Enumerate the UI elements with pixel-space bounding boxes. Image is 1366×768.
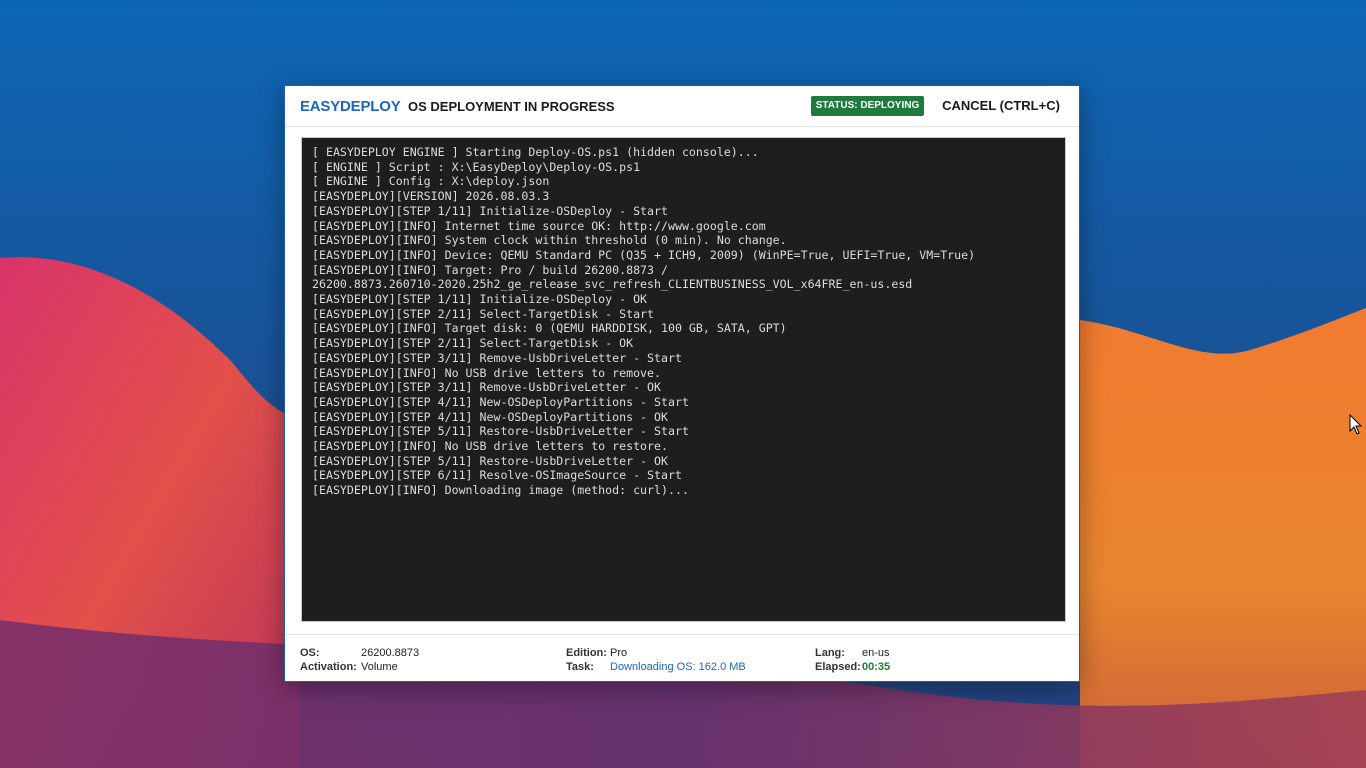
- console-line: [EASYDEPLOY][STEP 5/11] Restore-UsbDrive…: [312, 424, 689, 439]
- lang-value: en-us: [862, 647, 890, 659]
- console-line: [EASYDEPLOY][STEP 2/11] Select-TargetDis…: [312, 336, 634, 351]
- console-line: [EASYDEPLOY][INFO] Target: Pro / build 2…: [312, 262, 668, 277]
- console-line: [ ENGINE ] Script : X:\EasyDeploy\Deploy…: [312, 159, 641, 174]
- console-line: [EASYDEPLOY][INFO] Internet time source …: [312, 218, 766, 233]
- console-line: [EASYDEPLOY][STEP 4/11] New-OSDeployPart…: [312, 409, 668, 424]
- mouse-pointer-icon: [1349, 414, 1363, 435]
- console-line: [EASYDEPLOY][INFO] System clock within t…: [312, 233, 787, 248]
- task-label: Task:: [566, 661, 594, 673]
- console-line: 26200.8873.260710-2020.25h2_ge_release_s…: [312, 277, 913, 292]
- elapsed-value: 00:35: [862, 661, 891, 673]
- console-line: [EASYDEPLOY][INFO] Target disk: 0 (QEMU …: [312, 321, 787, 336]
- page-title: OS DEPLOYMENT IN PROGRESS: [408, 99, 615, 114]
- cancel-button[interactable]: CANCEL (CTRL+C): [937, 95, 1065, 117]
- lang-label: Lang:: [815, 647, 845, 659]
- console-line: [EASYDEPLOY][STEP 5/11] Restore-UsbDrive…: [312, 453, 668, 468]
- console-line: [EASYDEPLOY][STEP 1/11] Initialize-OSDep…: [312, 292, 648, 307]
- console-line: [EASYDEPLOY][INFO] No USB drive letters …: [312, 439, 668, 454]
- console-line: [EASYDEPLOY][STEP 4/11] New-OSDeployPart…: [312, 394, 689, 409]
- status-footer: OS: 26200.8873 Activation: Volume Editio…: [285, 634, 1079, 683]
- console-line: [ ENGINE ] Config : X:\deploy.json: [312, 174, 550, 189]
- os-value: 26200.8873: [361, 647, 420, 659]
- console-line: [EASYDEPLOY][STEP 3/11] Remove-UsbDriveL…: [312, 380, 662, 395]
- brand-logo: EASYDEPLOY: [300, 98, 401, 115]
- activation-label: Activation:: [300, 661, 357, 673]
- console-log-list: [ EASYDEPLOY ENGINE ] Starting Deploy-OS…: [302, 138, 1065, 498]
- elapsed-label: Elapsed:: [815, 661, 861, 673]
- edition-label: Edition:: [566, 647, 607, 659]
- window-header: EASYDEPLOY OS DEPLOYMENT IN PROGRESS STA…: [285, 86, 1079, 127]
- console-output[interactable]: [ EASYDEPLOY ENGINE ] Starting Deploy-OS…: [301, 137, 1066, 622]
- console-line: [EASYDEPLOY][VERSION] 2026.08.03.3: [312, 189, 550, 204]
- activation-value: Volume: [361, 661, 398, 673]
- console-line: [EASYDEPLOY][STEP 1/11] Initialize-OSDep…: [312, 203, 668, 218]
- console-line: [EASYDEPLOY][INFO] No USB drive letters …: [312, 365, 662, 380]
- console-line: [EASYDEPLOY][STEP 3/11] Remove-UsbDriveL…: [312, 350, 682, 365]
- console-line: [ EASYDEPLOY ENGINE ] Starting Deploy-OS…: [312, 145, 759, 159]
- console-line: [EASYDEPLOY][STEP 2/11] Select-TargetDis…: [312, 306, 655, 321]
- deployment-window: EASYDEPLOY OS DEPLOYMENT IN PROGRESS STA…: [284, 85, 1080, 682]
- console-line: [EASYDEPLOY][INFO] Device: QEMU Standard…: [312, 247, 976, 262]
- os-label: OS:: [300, 647, 320, 659]
- edition-value: Pro: [610, 647, 628, 659]
- console-line: [EASYDEPLOY][STEP 6/11] Resolve-OSImageS…: [312, 468, 682, 483]
- task-value: Downloading OS: 162.0 MB: [610, 661, 746, 673]
- status-badge: STATUS: DEPLOYING: [811, 96, 924, 116]
- console-line: [EASYDEPLOY][INFO] Downloading image (me…: [312, 483, 689, 498]
